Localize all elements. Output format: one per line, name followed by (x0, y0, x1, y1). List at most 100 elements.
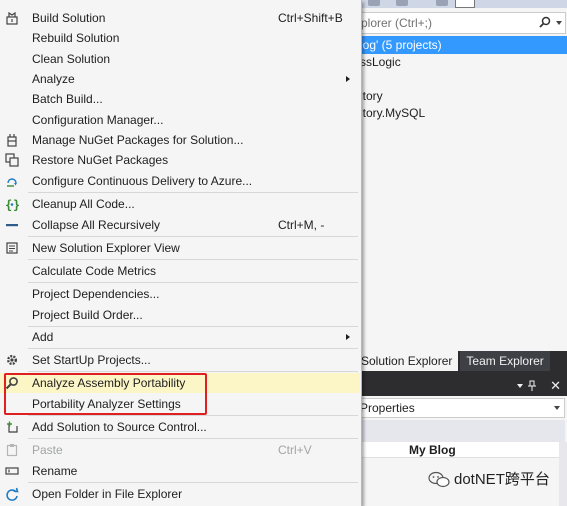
search-options-dropdown-icon[interactable] (556, 21, 562, 25)
menu-item-label: Project Build Order... (32, 308, 143, 322)
chevron-down-icon (554, 406, 560, 410)
watermark-text: dotNET跨平台 (454, 471, 550, 488)
menu-item-label: Cleanup All Code... (32, 197, 135, 211)
explorer-tab-strip: Solution Explorer Team Explorer (355, 351, 567, 371)
menu-item-cleanup-all-code[interactable]: { } Cleanup All Code... (0, 194, 360, 214)
menu-item-new-solution-explorer-view[interactable]: New Solution Explorer View (0, 238, 360, 258)
new-view-icon (6, 242, 18, 254)
menu-separator (28, 236, 358, 237)
menu-item-label: Set StartUp Projects... (32, 353, 151, 367)
menu-item-label: Build Solution (32, 11, 106, 25)
solution-context-menu: Build Solution Ctrl+Shift+B Rebuild Solu… (0, 0, 362, 506)
menu-item-label: Rebuild Solution (32, 31, 120, 45)
menu-item-label: Add Solution to Source Control... (32, 420, 207, 434)
menu-separator (28, 282, 358, 283)
menu-item-label: Configuration Manager... (32, 113, 164, 127)
menu-separator (28, 482, 358, 483)
collapse-icon (6, 224, 18, 227)
menu-item-label: Analyze (32, 72, 75, 86)
search-placeholder: plorer (Ctrl+;) (361, 16, 433, 30)
menu-item-label: Paste (32, 443, 63, 457)
toolbar-button[interactable] (436, 0, 448, 6)
menu-item-label: Configure Continuous Delivery to Azure..… (32, 174, 253, 188)
menu-separator (28, 371, 358, 372)
menu-item-label: Manage NuGet Packages for Solution... (32, 133, 244, 147)
menu-item-manage-nuget[interactable]: Manage NuGet Packages for Solution... (0, 130, 360, 150)
azure-delivery-icon (7, 178, 17, 187)
svg-text:}: } (13, 198, 19, 211)
menu-item-add-to-source-control[interactable]: Add Solution to Source Control... (0, 417, 360, 437)
menu-item-label: Collapse All Recursively (32, 218, 161, 232)
tree-item-solution[interactable]: log' (5 projects) (356, 36, 567, 54)
menu-item-label: Project Dependencies... (32, 287, 160, 301)
watermark: dotNET跨平台 (428, 470, 550, 490)
property-value: My Blog (409, 443, 456, 457)
toolbar-button[interactable] (368, 0, 380, 6)
menu-item-shortcut: Ctrl+M, - (278, 218, 325, 232)
submenu-arrow-icon (346, 76, 350, 82)
property-row[interactable]: My Blog (355, 442, 561, 458)
menu-item-label: Calculate Code Metrics (32, 264, 157, 278)
menu-item-shortcut: Ctrl+V (278, 443, 312, 457)
menu-item-analyze[interactable]: Analyze (0, 69, 360, 89)
wechat-icon (428, 471, 450, 488)
menu-item-label: Open Folder in File Explorer (32, 487, 183, 501)
pin-icon[interactable] (527, 380, 537, 392)
solution-explorer-search[interactable]: plorer (Ctrl+;) (356, 12, 566, 34)
menu-item-paste[interactable]: Paste Ctrl+V (0, 440, 360, 460)
menu-item-set-startup-projects[interactable]: Set StartUp Projects... (0, 350, 360, 370)
tree-item-project[interactable]: itory.MySQL (356, 104, 567, 122)
search-icon[interactable] (539, 16, 551, 28)
close-icon[interactable]: ✕ (550, 378, 561, 394)
menu-item-configuration-manager[interactable]: Configuration Manager... (0, 110, 360, 130)
menu-item-project-dependencies[interactable]: Project Dependencies... (0, 284, 360, 304)
menu-item-shortcut: Ctrl+Shift+B (278, 11, 343, 25)
submenu-arrow-icon (346, 334, 350, 340)
properties-toolbar (355, 420, 565, 442)
cleanup-icon: { } (5, 198, 19, 211)
properties-object-selector[interactable]: Properties (355, 398, 565, 418)
menu-item-label: Batch Build... (32, 92, 103, 106)
toolbar-button[interactable] (396, 0, 408, 6)
menu-item-open-folder-in-file-explorer[interactable]: Open Folder in File Explorer (0, 484, 360, 504)
paste-icon (6, 444, 18, 457)
open-folder-icon (6, 487, 19, 501)
rename-icon (5, 467, 19, 475)
menu-item-label: Clean Solution (32, 52, 111, 66)
menu-item-label: New Solution Explorer View (32, 241, 180, 255)
menu-item-add[interactable]: Add (0, 327, 360, 347)
source-control-icon (7, 421, 18, 433)
tree-item-project[interactable]: itory (356, 87, 567, 105)
menu-separator (28, 259, 358, 260)
properties-titlebar: ✕ (355, 376, 567, 396)
build-icon (6, 11, 18, 25)
highlight-callout-box (4, 373, 207, 415)
properties-scrollbar[interactable] (559, 442, 567, 506)
menu-item-clean-solution[interactable]: Clean Solution (0, 49, 360, 69)
menu-item-project-build-order[interactable]: Project Build Order... (0, 305, 360, 325)
window-position-dropdown-icon[interactable] (517, 384, 523, 388)
menu-item-label: Rename (32, 464, 78, 478)
tree-item-project[interactable]: ssLogic (356, 53, 567, 71)
menu-separator (28, 348, 358, 349)
menu-item-configure-continuous-delivery[interactable]: Configure Continuous Delivery to Azure..… (0, 171, 360, 191)
menu-item-label: Add (32, 330, 54, 344)
menu-separator (28, 192, 358, 193)
menu-item-label: Restore NuGet Packages (32, 153, 169, 167)
tab-solution-explorer[interactable]: Solution Explorer (355, 351, 459, 371)
menu-item-collapse-all-recursively[interactable]: Collapse All Recursively Ctrl+M, - (0, 215, 360, 235)
nuget-icon (7, 134, 17, 147)
restore-icon (5, 153, 19, 167)
menu-item-rename[interactable]: Rename (0, 461, 360, 481)
solution-explorer-panel: plorer (Ctrl+;) log' (5 projects) ssLogi… (355, 8, 567, 351)
gear-icon (7, 355, 17, 365)
tab-team-explorer[interactable]: Team Explorer (460, 351, 550, 371)
menu-item-restore-nuget[interactable]: Restore NuGet Packages (0, 150, 360, 170)
menu-item-calculate-code-metrics[interactable]: Calculate Code Metrics (0, 261, 360, 281)
menu-item-build-solution[interactable]: Build Solution Ctrl+Shift+B (0, 8, 360, 28)
properties-header-label: Properties (360, 401, 415, 415)
menu-separator (28, 415, 358, 416)
menu-item-batch-build[interactable]: Batch Build... (0, 89, 360, 109)
menu-item-rebuild-solution[interactable]: Rebuild Solution (0, 28, 360, 48)
toolbar-field[interactable] (455, 0, 475, 8)
